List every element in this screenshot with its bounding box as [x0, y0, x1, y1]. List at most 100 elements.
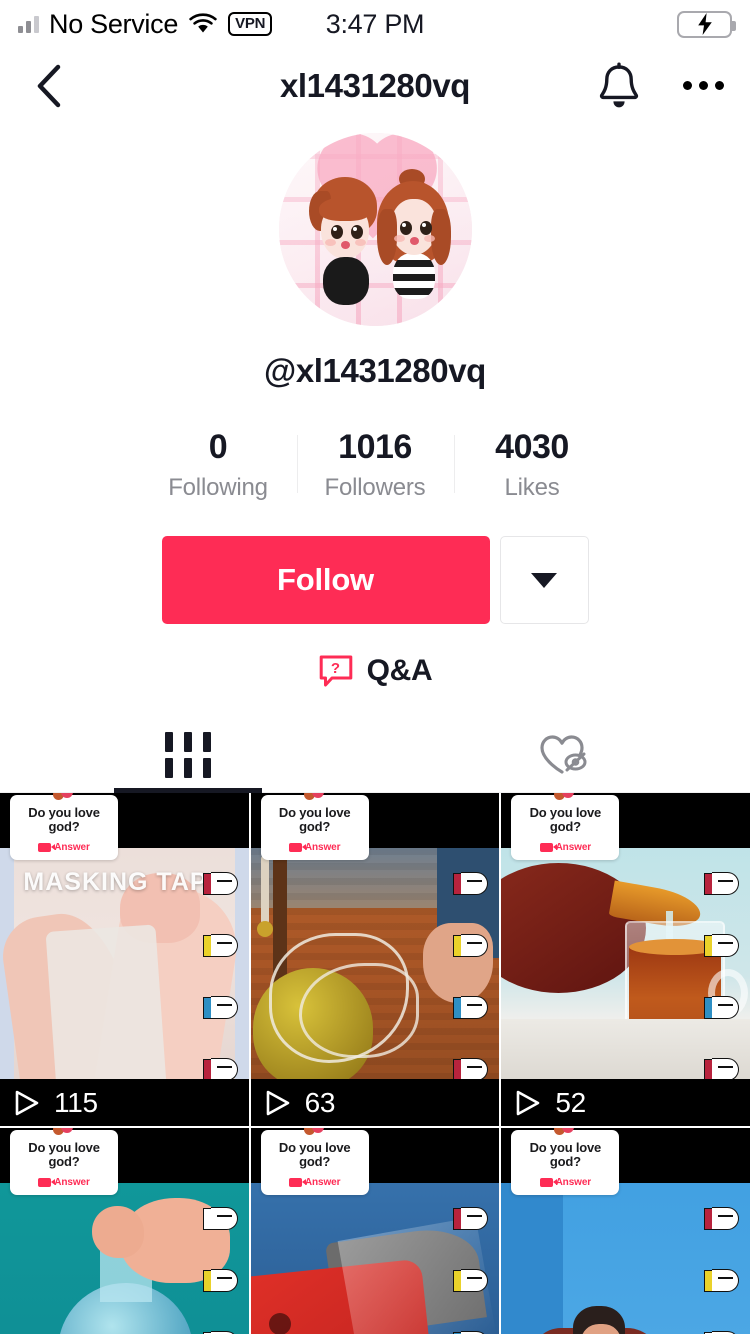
- play-triangle-icon: [266, 1090, 289, 1115]
- svg-text:?: ?: [331, 660, 340, 677]
- qna-answer-label: Answer: [54, 841, 90, 853]
- qna-answer-label: Answer: [304, 841, 341, 853]
- profile-tabs: [0, 718, 750, 794]
- status-bar: No Service VPN 3:47 PM: [0, 0, 750, 48]
- video-tile[interactable]: Do you love god? Answer 52: [501, 793, 750, 1127]
- qna-label: Q&A: [366, 654, 433, 688]
- play-triangle-icon: [517, 1090, 540, 1115]
- pointing-hand-icon: [704, 1330, 740, 1334]
- qna-sticker[interactable]: Do you love god? Answer: [260, 1128, 369, 1195]
- play-triangle-icon: [15, 1090, 39, 1115]
- pointing-hand-icon: [202, 1268, 239, 1294]
- profile-handle: @xl1431280vq: [264, 352, 486, 389]
- tiktok-profile-screen: No Service VPN 3:47 PM xl1431280vq @xl14…: [0, 0, 750, 1334]
- pointing-hand-icon: [453, 1206, 489, 1232]
- video-tile[interactable]: Do you love god? Answer www.heijingchuha…: [501, 1128, 750, 1334]
- qna-sticker[interactable]: Do you love god? Answer: [10, 793, 118, 860]
- back-button[interactable]: [26, 63, 72, 109]
- pointing-hand-icon: [704, 995, 740, 1021]
- play-count-bar: 63: [250, 1079, 500, 1127]
- wifi-icon: [188, 13, 218, 35]
- qna-question: Do you love god?: [28, 1140, 100, 1170]
- profile-actions: Follow: [0, 536, 750, 625]
- qna-answer-button[interactable]: Answer: [517, 1177, 613, 1188]
- stat-value: 4030: [495, 428, 569, 466]
- video-camera-icon: [539, 1177, 557, 1187]
- pointing-hand-icon: [704, 933, 740, 959]
- stat-label: Likes: [504, 474, 560, 502]
- qna-entry[interactable]: ? Q&A: [0, 654, 750, 688]
- notifications-button[interactable]: [597, 62, 641, 110]
- heart-hidden-icon: [539, 735, 586, 774]
- qna-avatar: [53, 1128, 75, 1138]
- play-count: 115: [54, 1086, 98, 1118]
- video-tile[interactable]: Do you love god? Answer: [0, 1128, 249, 1334]
- qna-sticker[interactable]: Do you love god? Answer: [511, 1128, 620, 1195]
- video-tile[interactable]: Do you love god? Answer: [250, 1128, 500, 1334]
- status-bar-right: [677, 10, 736, 38]
- play-count: 52: [555, 1086, 586, 1118]
- play-count-bar: 115: [0, 1079, 249, 1127]
- qna-answer-label: Answer: [304, 1176, 341, 1188]
- pointing-hand-icon: [453, 1330, 489, 1334]
- pointing-hand-icon: [453, 995, 489, 1021]
- stat-likes[interactable]: 4030 Likes: [453, 428, 611, 502]
- stat-following[interactable]: 0 Following: [140, 428, 297, 502]
- vpn-badge: VPN: [228, 12, 273, 36]
- bell-icon: [599, 62, 639, 107]
- qna-answer-label: Answer: [555, 1176, 592, 1188]
- pointing-hand-icon: [704, 871, 740, 897]
- video-tile[interactable]: MASKING TAPE Do you love god? Answer 115: [0, 793, 249, 1127]
- qna-question: Do you love god?: [529, 805, 602, 835]
- pointing-hand-overlay: [453, 1206, 489, 1334]
- qna-avatar: [303, 793, 326, 803]
- pointing-hand-icon: [202, 1206, 239, 1232]
- avatar-image: [278, 133, 472, 326]
- carrier-label: No Service: [49, 8, 179, 39]
- video-camera-icon: [38, 842, 56, 852]
- more-horizontal-icon: [683, 81, 692, 90]
- chevron-down-icon: [531, 572, 557, 588]
- qna-question: Do you love god?: [28, 805, 100, 835]
- profile-section: @xl1431280vq 0 Following 1016 Followers …: [0, 123, 750, 688]
- qna-answer-button[interactable]: Answer: [517, 842, 613, 853]
- pointing-hand-icon: [202, 933, 239, 959]
- video-camera-icon: [539, 842, 557, 852]
- play-count: 63: [304, 1086, 336, 1118]
- qna-answer-label: Answer: [54, 1176, 90, 1188]
- qna-answer-button[interactable]: Answer: [267, 1177, 363, 1188]
- tab-liked[interactable]: [375, 718, 750, 792]
- stat-followers[interactable]: 1016 Followers: [296, 428, 454, 502]
- stat-label: Followers: [324, 474, 426, 502]
- qna-answer-button[interactable]: Answer: [267, 842, 363, 853]
- pointing-hand-overlay: [202, 1206, 239, 1334]
- doll-right: [375, 169, 453, 309]
- qna-sticker[interactable]: Do you love god? Answer: [10, 1128, 118, 1195]
- more-options-button[interactable]: [683, 81, 724, 90]
- qna-question: Do you love god?: [529, 1140, 602, 1170]
- qna-avatar: [53, 793, 75, 803]
- pointing-hand-icon: [202, 995, 239, 1021]
- battery-charging-icon: [677, 10, 736, 38]
- avatar[interactable]: [278, 133, 472, 326]
- follow-button[interactable]: Follow: [161, 536, 490, 625]
- doll-left: [308, 177, 381, 307]
- qna-answer-button[interactable]: Answer: [16, 1177, 112, 1188]
- qna-sticker[interactable]: Do you love god? Answer: [511, 793, 620, 860]
- pointing-hand-icon: [704, 1206, 740, 1232]
- stat-value: 0: [208, 428, 228, 466]
- video-camera-icon: [288, 842, 306, 852]
- stat-label: Following: [168, 474, 268, 502]
- qna-answer-button[interactable]: Answer: [16, 842, 112, 853]
- pointing-hand-overlay: [704, 1206, 740, 1334]
- status-bar-left: No Service VPN: [18, 8, 273, 40]
- chevron-left-icon: [37, 64, 61, 107]
- signal-bars-icon: [18, 15, 39, 33]
- question-bubble-icon: ?: [319, 655, 352, 687]
- pointing-hand-icon: [704, 1268, 740, 1294]
- qna-sticker[interactable]: Do you love god? Answer: [260, 793, 369, 860]
- tab-videos[interactable]: [0, 718, 375, 792]
- video-tile[interactable]: Do you love god? Answer 63: [250, 793, 500, 1127]
- video-grid: MASKING TAPE Do you love god? Answer 115…: [0, 793, 750, 1334]
- profile-more-button[interactable]: [499, 536, 589, 625]
